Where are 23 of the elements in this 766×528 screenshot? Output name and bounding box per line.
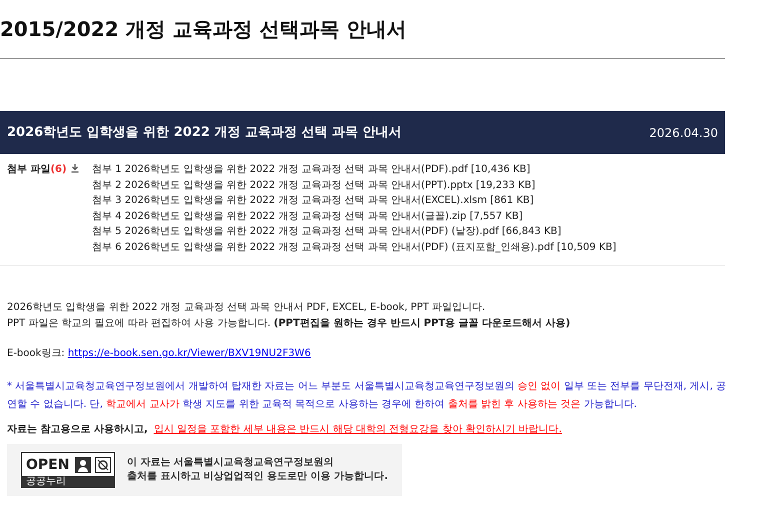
closing-text: 자료는 참고용으로 사용하시고, (7, 423, 148, 437)
attachment-link[interactable]: 첨부 5 2026학년도 입학생을 위한 2022 개정 교육과정 선택 과목 안내서(PDF) (낱장).pdf [66,843 KB] (92, 224, 616, 240)
person-icon (75, 456, 92, 472)
notice-text: * 서울특별시교육청교육연구정보원에서 개발하여 탑재한 자료는 어느 부분도 서울특별시교육청교육연구정보원의 승인 없이 일부 또는 전부를 무단전재, 게시, 공연할 수 없습니다. 단, 학교에서 교사가 학생 지도를 위한 교육적 목적으로 사용하는 경우에 한하여 출처를 밝힌 후 사용하는 것은 가능합니다. (7, 380, 728, 412)
ebook-label: E-book링크: (7, 347, 66, 361)
ebook-link[interactable]: https://e-book.sen.go.kr/Viewer/BXV19NU2F3W6 (68, 346, 311, 362)
post-date: 2026.04.30 (649, 124, 718, 142)
ppt-note: PPT 파일은 학교의 필요에 따라 편집하여 사용 가능합니다. (PPT편집을 원하는 경우 반드시 PPT용 글꼴 다운로드해서 사용) (7, 317, 572, 331)
download-icon (70, 164, 79, 173)
post-title: 2026학년도 입학생을 위한 2022 개정 교육과정 선택 과목 안내서 (7, 124, 402, 142)
attachment-link[interactable]: 첨부 1 2026학년도 입학생을 위한 2022 개정 교육과정 선택 과목 안내서(PDF).pdf [10,436 KB] (92, 162, 616, 178)
intro-text: 2026학년도 입학생을 위한 2022 개정 교육과정 선택 과목 안내서 PDF, EXCEL, E-book, PPT 파일입니다. (7, 301, 486, 315)
page-title: 2015/2022 개정 교육과정 선택과목 안내서 (0, 16, 408, 43)
license-logo-text: OPEN (25, 456, 70, 472)
license-logo-caption: 공공누리 (22, 476, 114, 487)
attachment-link[interactable]: 첨부 4 2026학년도 입학생을 위한 2022 개정 교육과정 선택 과목 안내서(글꼴).zip [7,557 KB] (92, 208, 616, 224)
attachment-link[interactable]: 첨부 6 2026학년도 입학생을 위한 2022 개정 교육과정 선택 과목 안내서(PDF) (표지포함_인쇄용).pdf [10,509 KB] (92, 240, 616, 255)
closing-warning: 입시 일정을 포함한 세부 내용은 반드시 해당 대학의 전형요강을 찾아 확인하시기 바랍니다. (154, 423, 562, 437)
attachment-link[interactable]: 첨부 3 2026학년도 입학생을 위한 2022 개정 교육과정 선택 과목 안내서(EXCEL).xlsm [861 KB] (92, 193, 616, 208)
attachments-label: 첨부 파일(6) (7, 163, 67, 177)
license-text: 출처를 표시하고 비상업업적인 용도로만 이용 가능합니다. (126, 470, 388, 484)
attachment-link[interactable]: 첨부 2 2026학년도 입학생을 위한 2022 개정 교육과정 선택 과목 안내서(PPT).pptx [19,233 KB] (92, 178, 616, 193)
license-text: 이 자료는 서울특별시교육청교육연구정보원의 (126, 456, 335, 470)
